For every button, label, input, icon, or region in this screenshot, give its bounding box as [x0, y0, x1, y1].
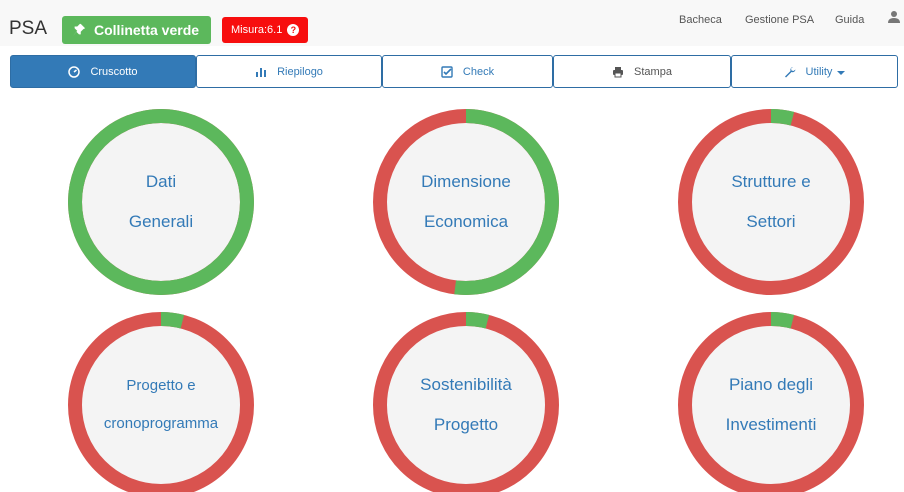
print-icon [613, 66, 624, 77]
dashboard-icon [68, 65, 81, 78]
tile-label: Dimensione Economica [386, 122, 546, 282]
tile-dimensione-economica[interactable]: Dimensione Economica [372, 108, 560, 296]
user-icon[interactable] [887, 10, 901, 24]
tile-label-line: Progetto e [126, 377, 196, 394]
nav-link-bacheca[interactable]: Bacheca [679, 14, 722, 26]
tab-cruscotto[interactable]: Cruscotto [10, 55, 196, 88]
tile-label: Strutture e Settori [691, 122, 851, 282]
tab-label: Riepilogo [277, 65, 323, 78]
pushpin-icon [72, 23, 86, 37]
tile-label-line: Investimenti [725, 415, 817, 434]
tile-label-line: cronoprogramma [103, 415, 219, 432]
tile-strutture-settori[interactable]: Strutture e Settori [677, 108, 865, 296]
tile-dati-generali[interactable]: Dati Generali [67, 108, 255, 296]
tab-riepilogo[interactable]: Riepilogo [196, 55, 382, 88]
tab-label: Utility [805, 65, 833, 78]
bar-chart-icon [256, 67, 267, 77]
caret-down-icon [837, 70, 846, 75]
tile-label-line: Dati [145, 172, 177, 191]
tile-label-line: Dimensione [421, 172, 511, 191]
tile-progetto-cronoprogramma[interactable]: Progetto e cronoprogramma [67, 311, 255, 492]
tab-check[interactable]: Check [382, 55, 553, 88]
tile-label: Dati Generali [81, 122, 241, 282]
measure-label: Misura:6.1 [231, 24, 283, 36]
tile-label: Sostenibilità Progetto [386, 325, 546, 485]
tile-sostenibilita-progetto[interactable]: Sostenibilità Progetto [372, 311, 560, 492]
tab-stampa[interactable]: Stampa [553, 55, 731, 88]
tab-label: Check [462, 65, 495, 78]
tile-label: Piano degli Investimenti [691, 325, 851, 485]
tile-label-line: Strutture e [731, 172, 811, 191]
tile-label: Progetto e cronoprogramma [81, 325, 241, 485]
tab-utility[interactable]: Utility [731, 55, 898, 88]
check-icon [441, 65, 453, 78]
tile-label-line: Economica [423, 212, 509, 231]
tile-label-line: Progetto [433, 415, 499, 434]
top-navbar: PSA Collinetta verde Misura:6.1 ? Bachec… [0, 0, 904, 46]
wrench-icon [784, 66, 796, 77]
project-badge[interactable]: Collinetta verde [62, 16, 211, 44]
tab-label: Stampa [634, 65, 672, 78]
nav-link-guida[interactable]: Guida [835, 14, 864, 26]
question-icon[interactable]: ? [287, 24, 300, 36]
project-name: Collinetta verde [94, 22, 200, 38]
tile-label-line: Piano degli [728, 375, 814, 394]
nav-link-gestione-psa[interactable]: Gestione PSA [745, 14, 814, 26]
tile-label-line: Sostenibilità [420, 375, 512, 394]
tile-label-line: Settori [746, 212, 796, 231]
tab-label: Cruscotto [90, 65, 138, 78]
brand-title[interactable]: PSA [9, 18, 47, 40]
tile-piano-investimenti[interactable]: Piano degli Investimenti [677, 311, 865, 492]
measure-badge[interactable]: Misura:6.1 ? [222, 17, 308, 43]
tile-label-line: Generali [128, 212, 194, 231]
